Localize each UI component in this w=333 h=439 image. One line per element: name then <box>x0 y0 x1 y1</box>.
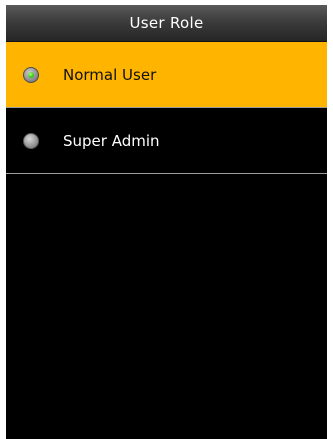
option-label-normal-user: Normal User <box>63 65 157 84</box>
option-label-super-admin: Super Admin <box>63 131 160 150</box>
radio-unselected-icon[interactable] <box>23 132 39 149</box>
title-bar: User Role <box>6 5 327 42</box>
radio-selected-icon[interactable] <box>23 66 39 83</box>
option-super-admin[interactable]: Super Admin <box>6 108 327 174</box>
device-screen: User Role Normal User Super Admin <box>6 5 327 439</box>
radio-dot <box>28 71 34 78</box>
user-role-list: Normal User Super Admin <box>6 42 327 174</box>
page-title: User Role <box>129 14 204 32</box>
option-normal-user[interactable]: Normal User <box>6 42 327 108</box>
